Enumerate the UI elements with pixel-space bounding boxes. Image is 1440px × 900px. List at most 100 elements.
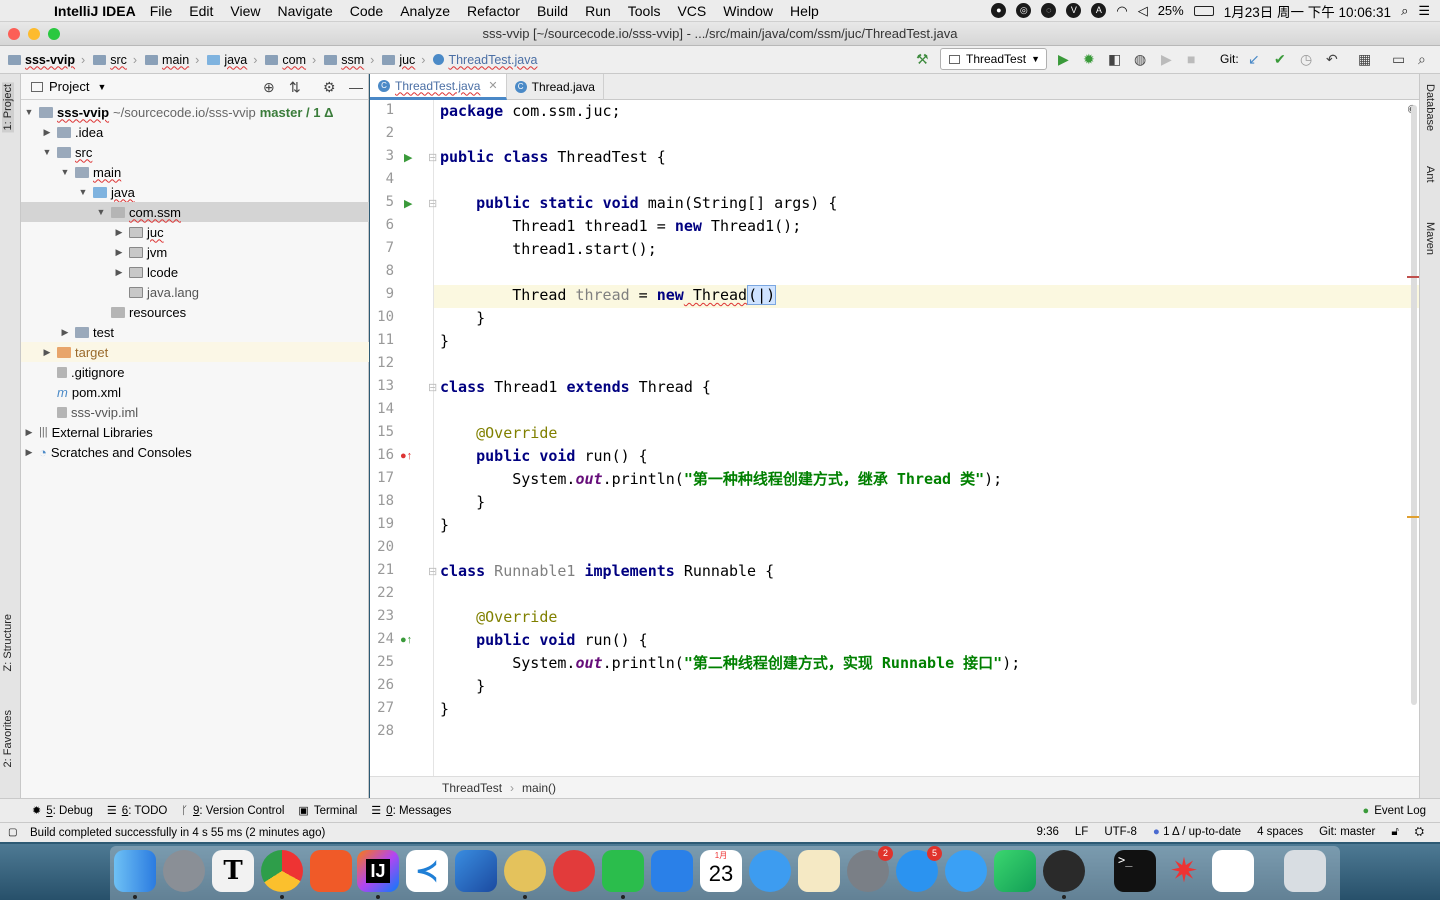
terminal-icon[interactable]: >_ (1114, 850, 1156, 892)
tree-node-iml[interactable]: sss-vvip.iml (21, 402, 369, 422)
terminal-tool-button[interactable]: ▣ Terminal (298, 804, 357, 818)
caret-position[interactable]: 9:36 (1037, 826, 1059, 839)
tree-node-target[interactable]: ▶ target (21, 342, 369, 362)
gear-icon[interactable]: ⚙ (323, 79, 336, 96)
status-message[interactable]: Build completed successfully in 4 s 55 m… (30, 827, 325, 839)
safari-icon[interactable] (945, 850, 987, 892)
menu-tools[interactable]: Tools (628, 3, 661, 19)
volume-icon[interactable]: ◁ (1138, 3, 1148, 19)
breadcrumb-main[interactable]: main › (145, 53, 199, 67)
file-encoding[interactable]: UTF-8 (1104, 826, 1137, 839)
tab-threadtest-java[interactable]: C ThreadTest.java ✕ (370, 74, 507, 100)
tree-node-idea[interactable]: ▶ .idea (21, 122, 369, 142)
git-history-icon[interactable]: ◷ (1300, 52, 1312, 66)
run-class-gutter-icon[interactable]: ▶ (404, 151, 412, 164)
breadcrumb-juc[interactable]: juc › (382, 53, 425, 67)
breadcrumb-class[interactable]: ThreadTest (442, 781, 502, 795)
menu-vcs[interactable]: VCS (677, 3, 706, 19)
database-tool-tab[interactable]: Database (1424, 84, 1436, 131)
tree-node-lcode[interactable]: ▶ lcode (21, 262, 369, 282)
fold-icon[interactable]: ⊟ (428, 381, 437, 394)
messages-icon[interactable] (749, 850, 791, 892)
tree-node-test[interactable]: ▶ test (21, 322, 369, 342)
coverage-icon[interactable]: ◧ (1108, 52, 1121, 66)
wifi-icon[interactable]: ◠ (1116, 3, 1127, 19)
error-stripe-marker[interactable] (1407, 276, 1419, 278)
spotlight-icon[interactable]: ⌕ (1401, 3, 1408, 19)
tree-node-src[interactable]: ▼ src (21, 142, 369, 162)
menu-window[interactable]: Window (723, 3, 773, 19)
input-method-icon[interactable]: A (1091, 3, 1107, 18)
close-tab-icon[interactable]: ✕ (488, 79, 497, 92)
launchpad-icon[interactable] (163, 850, 205, 892)
run-configuration-select[interactable]: ThreadTest ▼ (940, 48, 1047, 70)
menu-analyze[interactable]: Analyze (400, 3, 450, 19)
tree-node-jvm[interactable]: ▶ jvm (21, 242, 369, 262)
version-control-tool-button[interactable]: ᚴ9: Version Control (181, 805, 284, 817)
overrides-gutter-icon[interactable]: ●↑ (400, 450, 412, 462)
tree-node-gitignore[interactable]: .gitignore (21, 362, 369, 382)
search-everywhere-icon[interactable]: ⌕ (1418, 52, 1426, 66)
project-view-select[interactable]: Project (49, 79, 89, 94)
fold-icon[interactable]: ⊟ (428, 197, 437, 210)
todo-tool-button[interactable]: ☰ 6: TODO (107, 804, 167, 818)
wechat-tray-icon[interactable]: ◌ (1041, 3, 1057, 18)
menu-view[interactable]: View (230, 3, 260, 19)
finder-icon[interactable] (114, 850, 156, 892)
clock[interactable]: 1月23日 周一 下午 10:06:31 (1224, 1, 1391, 21)
tree-node-java[interactable]: ▼ java (21, 182, 369, 202)
menu-code[interactable]: Code (350, 3, 383, 19)
breadcrumb-method[interactable]: main() (522, 781, 556, 795)
ant-tool-tab[interactable]: Ant (1424, 166, 1436, 183)
menu-help[interactable]: Help (790, 3, 819, 19)
calendar-icon[interactable]: 1月 23 (700, 850, 742, 892)
project-tool-tab[interactable]: 1: Project (2, 82, 14, 133)
collapse-all-icon[interactable]: ⇅ (289, 79, 301, 96)
favorites-tool-tab[interactable]: 2: Favorites (2, 710, 14, 767)
project-structure-icon[interactable]: ▦ (1358, 52, 1371, 66)
menu-run[interactable]: Run (585, 3, 611, 19)
database-app-icon[interactable] (504, 850, 546, 892)
breadcrumb-file[interactable]: ThreadTest.java (433, 53, 537, 67)
notification-center-icon[interactable]: ☰ (1418, 3, 1430, 19)
fold-icon[interactable]: ⊟ (428, 565, 437, 578)
messages-tool-button[interactable]: ☰ 0: Messages (371, 804, 451, 818)
typora-icon[interactable]: T (212, 850, 254, 892)
line-separator[interactable]: LF (1075, 826, 1088, 839)
debug-icon[interactable]: ✹ (1083, 52, 1095, 66)
tree-node-com-ssm[interactable]: ▼ com.ssm (21, 202, 369, 222)
battery-percent[interactable]: 25% (1158, 3, 1184, 18)
indent-setting[interactable]: 4 spaces (1257, 826, 1303, 839)
menu-build[interactable]: Build (537, 3, 568, 19)
tree-node-pom[interactable]: m pom.xml (21, 382, 369, 402)
menu-navigate[interactable]: Navigate (277, 3, 332, 19)
intellij-icon[interactable]: IJ (357, 850, 399, 892)
feishu-icon[interactable] (651, 850, 693, 892)
sourcetree-icon[interactable] (994, 850, 1036, 892)
wechat-icon[interactable] (602, 850, 644, 892)
redis-app-icon[interactable]: ✷ (1163, 850, 1205, 892)
run-main-gutter-icon[interactable]: ▶ (404, 197, 412, 210)
battery-icon[interactable] (1193, 5, 1214, 16)
wireshark-icon[interactable] (455, 850, 497, 892)
app-name-menu[interactable]: IntelliJ IDEA (54, 3, 136, 19)
maven-tool-tab[interactable]: Maven (1424, 222, 1436, 255)
run-disabled-icon[interactable]: ▶ (1161, 52, 1172, 66)
breadcrumb-com[interactable]: com › (265, 53, 316, 67)
warning-stripe-marker[interactable] (1407, 516, 1419, 518)
pen-app-icon[interactable] (310, 850, 352, 892)
tree-node-java-lang[interactable]: java.lang (21, 282, 369, 302)
breadcrumb-ssm[interactable]: ssm › (324, 53, 374, 67)
tree-node-juc[interactable]: ▶ juc (21, 222, 369, 242)
chevron-down-icon[interactable]: ▼ (97, 82, 106, 92)
baidu-netdisk-icon[interactable] (1212, 850, 1254, 892)
run-icon[interactable]: ▶ (1058, 52, 1069, 66)
build-hammer-icon[interactable]: ⚒ (916, 52, 929, 66)
breadcrumb-project[interactable]: sss-vvip › (8, 53, 85, 67)
event-log-button[interactable]: ● Event Log (1363, 805, 1426, 817)
debug-tool-button[interactable]: ✹ 5: Debug (32, 804, 93, 818)
vcs-status[interactable]: ● 1 Δ / up-to-date (1153, 826, 1241, 839)
trash-icon[interactable] (1284, 850, 1326, 892)
chrome-icon[interactable] (261, 850, 303, 892)
fold-icon[interactable]: ⊟ (428, 151, 437, 164)
